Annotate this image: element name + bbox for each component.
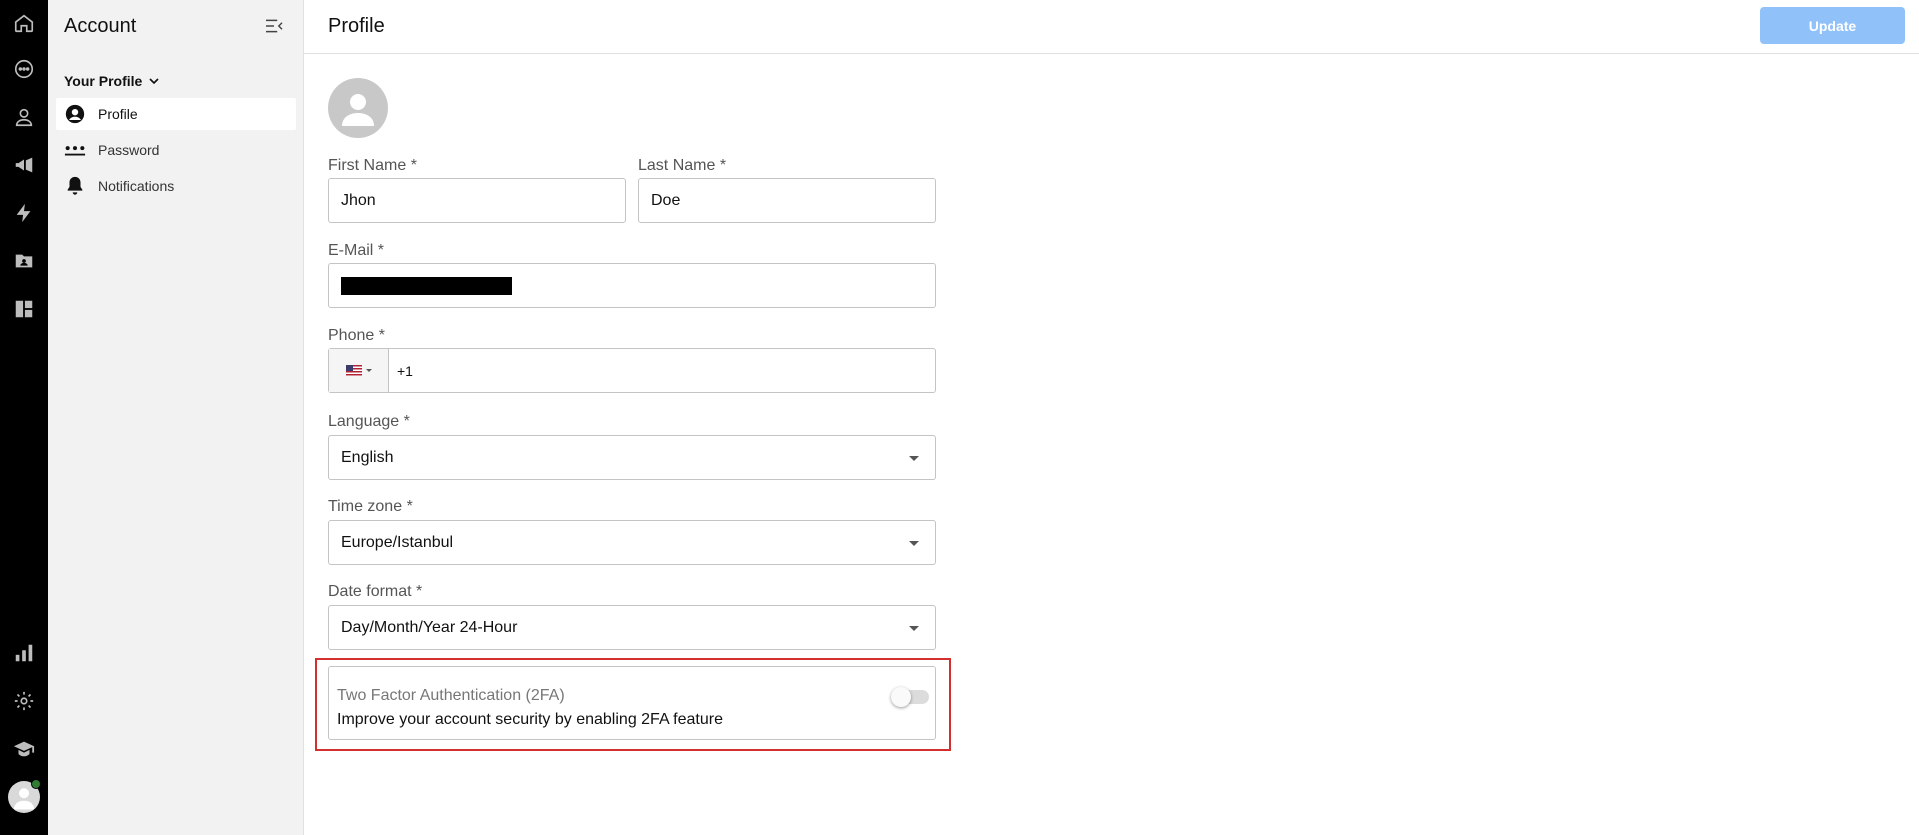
password-dots-icon — [64, 139, 86, 161]
language-value: English — [341, 448, 394, 466]
megaphone-icon[interactable] — [10, 151, 38, 179]
page-header: Profile Update — [304, 0, 1919, 54]
two-factor-auth-card: Two Factor Authentication (2FA) Improve … — [328, 666, 936, 740]
first-name-value: Jhon — [341, 191, 376, 209]
dashboard-icon[interactable] — [10, 295, 38, 323]
your-profile-group[interactable]: Your Profile — [64, 73, 162, 89]
chat-icon[interactable] — [10, 55, 38, 83]
update-button[interactable]: Update — [1760, 7, 1905, 44]
sidebar-item-profile[interactable]: Profile — [56, 98, 296, 130]
date-format-select[interactable]: Day/Month/Year 24-Hour — [328, 605, 936, 650]
graduation-cap-icon[interactable] — [10, 735, 38, 763]
first-name-field[interactable]: Jhon — [328, 178, 626, 223]
gear-icon[interactable] — [10, 687, 38, 715]
home-icon[interactable] — [10, 9, 38, 37]
us-flag-icon — [345, 365, 362, 376]
bell-icon — [64, 175, 86, 197]
tfa-title: Two Factor Authentication (2FA) — [337, 687, 565, 704]
phone-value: +1 — [397, 362, 413, 379]
profile-avatar[interactable] — [328, 78, 388, 138]
sidebar-item-label: Notifications — [98, 178, 175, 194]
sidebar-item-password[interactable]: Password — [56, 134, 296, 166]
lightning-icon[interactable] — [10, 199, 38, 227]
timezone-label: Time zone * — [328, 498, 413, 515]
group-label: Your Profile — [64, 73, 143, 89]
chevron-down-icon — [149, 78, 159, 85]
email-label: E-Mail * — [328, 242, 385, 259]
page-title: Profile — [328, 15, 385, 37]
user-silhouette-icon — [342, 94, 374, 126]
collapse-menu-icon — [266, 19, 283, 33]
redacted-email — [341, 276, 512, 295]
phone-field[interactable]: +1 — [328, 348, 936, 393]
last-name-field[interactable]: Doe — [638, 178, 936, 223]
sidebar-item-label: Profile — [98, 106, 138, 122]
timezone-value: Europe/Istanbul — [341, 533, 454, 551]
country-selector[interactable] — [329, 349, 389, 392]
phone-label: Phone * — [328, 327, 385, 344]
caret-down-icon — [365, 369, 372, 372]
icon-rail — [0, 0, 48, 835]
caret-down-icon — [909, 541, 919, 546]
date-format-value: Day/Month/Year 24-Hour — [341, 618, 518, 636]
account-sidebar: Account Your Profile Profile Password No… — [48, 0, 304, 835]
online-status-badge — [31, 779, 41, 789]
caret-down-icon — [909, 456, 919, 461]
email-field[interactable] — [328, 263, 936, 308]
sidebar-item-notifications[interactable]: Notifications — [56, 170, 296, 202]
contacts-icon[interactable] — [10, 103, 38, 131]
timezone-select[interactable]: Europe/Istanbul — [328, 520, 936, 565]
bar-chart-icon[interactable] — [10, 639, 38, 667]
last-name-label: Last Name * — [638, 157, 727, 174]
main-content: Profile Update First Name * Jhon Last Na… — [304, 0, 1919, 835]
tfa-description: Improve your account security by enablin… — [337, 711, 723, 728]
date-format-label: Date format * — [328, 583, 423, 600]
last-name-value: Doe — [651, 191, 681, 209]
toggle-thumb — [891, 687, 911, 707]
caret-down-icon — [909, 626, 919, 631]
language-label: Language * — [328, 413, 410, 430]
folder-icon[interactable] — [10, 247, 38, 275]
first-name-label: First Name * — [328, 157, 417, 174]
language-select[interactable]: English — [328, 435, 936, 480]
collapse-sidebar-button[interactable] — [262, 16, 286, 36]
sidebar-title: Account — [64, 15, 137, 37]
tfa-toggle[interactable] — [891, 687, 929, 707]
sidebar-item-label: Password — [98, 142, 160, 158]
user-circle-icon — [64, 103, 86, 125]
